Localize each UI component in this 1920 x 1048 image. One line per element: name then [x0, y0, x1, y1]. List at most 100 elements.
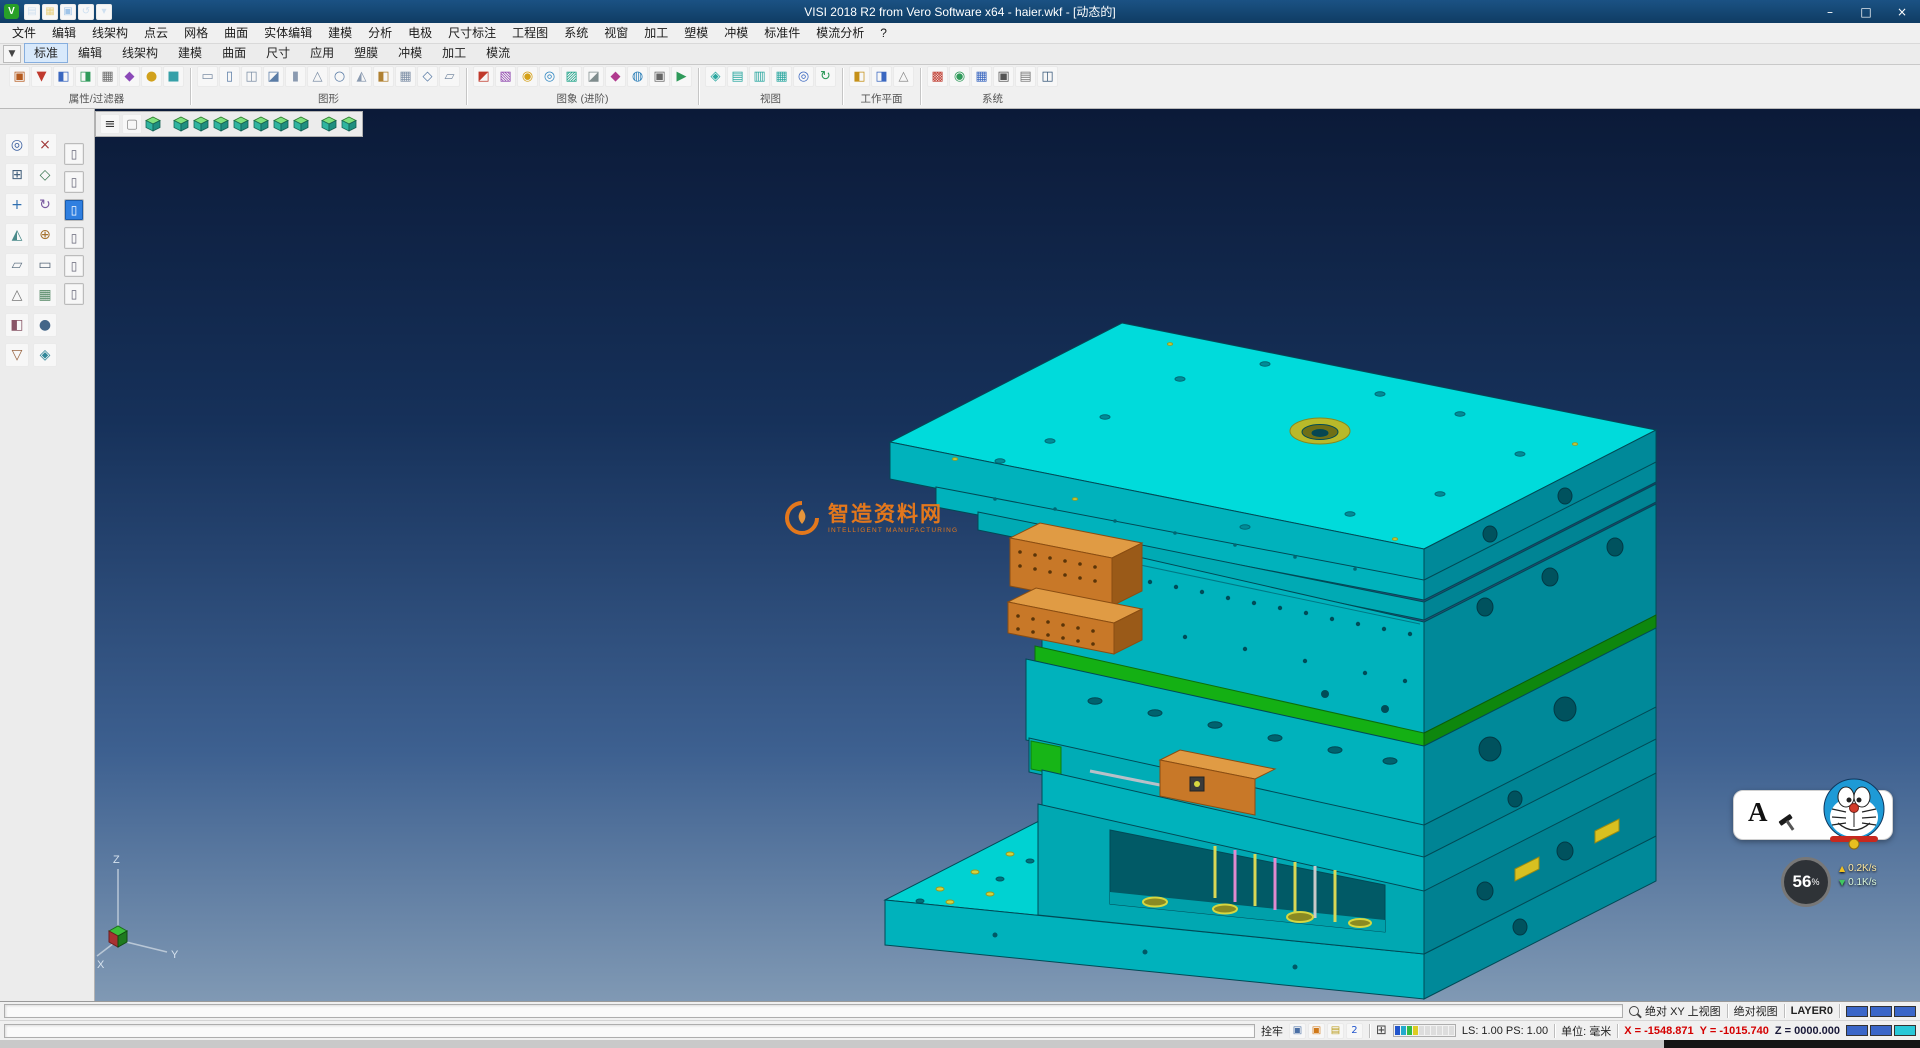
- shading-icon[interactable]: ▯: [219, 66, 240, 87]
- close-button[interactable]: ×: [1884, 0, 1920, 23]
- background-icon[interactable]: ▨: [561, 66, 582, 87]
- workplane-xy-icon[interactable]: ◧: [849, 66, 870, 87]
- color-swatch[interactable]: [1870, 1025, 1892, 1036]
- tab-item[interactable]: 塑膜: [344, 43, 388, 63]
- clip-custom-icon[interactable]: ▯: [64, 227, 84, 249]
- menu-item[interactable]: 点云: [136, 23, 176, 43]
- rect-tool-icon[interactable]: ▭: [33, 253, 57, 277]
- view-cube-icon[interactable]: [212, 116, 230, 132]
- mesh-tool-icon[interactable]: ▦: [33, 283, 57, 307]
- texture-icon[interactable]: ▧: [495, 66, 516, 87]
- down-tri-icon[interactable]: ▽: [5, 343, 29, 367]
- color-swatch[interactable]: [1870, 1006, 1892, 1017]
- view-cube-icon[interactable]: [192, 116, 210, 132]
- layers-icon[interactable]: ◫: [1037, 66, 1058, 87]
- menu-item[interactable]: 曲面: [216, 23, 256, 43]
- view-cube-icon[interactable]: [272, 116, 290, 132]
- render-icon[interactable]: ◩: [473, 66, 494, 87]
- half-shade-icon[interactable]: ◧: [5, 313, 29, 337]
- assistant-widget[interactable]: A: [1733, 790, 1893, 840]
- grid-snap-icon[interactable]: ⊞: [5, 163, 29, 187]
- status-help-icon[interactable]: 2: [1346, 1023, 1363, 1039]
- status-search-icon[interactable]: [1629, 1006, 1639, 1016]
- view-cube-icon[interactable]: [144, 116, 162, 132]
- tab-item[interactable]: 模流: [476, 43, 520, 63]
- tab-item[interactable]: 曲面: [212, 43, 256, 63]
- menu-item[interactable]: 模流分析: [808, 23, 872, 43]
- view-cube-icon[interactable]: [340, 116, 358, 132]
- open-file-icon[interactable]: ▦: [42, 4, 58, 20]
- layer-filter-icon[interactable]: ◧: [53, 66, 74, 87]
- menu-item[interactable]: 视窗: [596, 23, 636, 43]
- camera-icon[interactable]: ◎: [539, 66, 560, 87]
- units-label[interactable]: 单位: 毫米: [1561, 1023, 1611, 1039]
- 3d-viewport[interactable]: 智造资料网 INTELLIGENT MANUFACTURING: [95, 109, 1920, 1001]
- save-file-icon[interactable]: ▣: [60, 4, 76, 20]
- cone-icon[interactable]: △: [307, 66, 328, 87]
- zoom-fit-icon[interactable]: ◎: [793, 66, 814, 87]
- database-icon[interactable]: ▤: [1015, 66, 1036, 87]
- sphere-icon[interactable]: ○: [329, 66, 350, 87]
- menu-item[interactable]: 文件: [4, 23, 44, 43]
- menu-item[interactable]: 电极: [400, 23, 440, 43]
- undo-icon[interactable]: ↺: [78, 4, 94, 20]
- minimize-button[interactable]: –: [1812, 0, 1848, 23]
- grid-toggle-icon[interactable]: ⊞: [1376, 1023, 1387, 1038]
- color-palette-icon[interactable]: ▩: [927, 66, 948, 87]
- tab-item[interactable]: 建模: [168, 43, 212, 63]
- menu-item[interactable]: 实体编辑: [256, 23, 320, 43]
- attributes-icon[interactable]: ▣: [9, 66, 30, 87]
- diamond-select-icon[interactable]: ◇: [33, 163, 57, 187]
- tab-item[interactable]: 尺寸: [256, 43, 300, 63]
- environment-icon[interactable]: ◍: [627, 66, 648, 87]
- progress-percent-badge[interactable]: 56%: [1781, 857, 1831, 907]
- menu-item[interactable]: 分析: [360, 23, 400, 43]
- snapshot-icon[interactable]: ▣: [649, 66, 670, 87]
- maximize-button[interactable]: □: [1848, 0, 1884, 23]
- view-top-icon[interactable]: ▤: [727, 66, 748, 87]
- clip-off-icon[interactable]: ▯: [64, 255, 84, 277]
- menu-item[interactable]: 冲模: [716, 23, 756, 43]
- prism-icon[interactable]: ◭: [351, 66, 372, 87]
- animation-icon[interactable]: ▶: [671, 66, 692, 87]
- view-cube-icon[interactable]: [320, 116, 338, 132]
- curve-icon[interactable]: ◇: [417, 66, 438, 87]
- view-cube-icon[interactable]: [252, 116, 270, 132]
- settings-grid-icon[interactable]: ▦: [971, 66, 992, 87]
- triangle-tool-icon[interactable]: △: [5, 283, 29, 307]
- quick-access-dropdown-icon[interactable]: ▾: [96, 4, 112, 20]
- active-layer-label[interactable]: LAYER0: [1791, 1005, 1833, 1017]
- surface-icon[interactable]: ▱: [439, 66, 460, 87]
- merge-icon[interactable]: ⊕: [33, 223, 57, 247]
- zoom-icon[interactable]: ◎: [5, 133, 29, 157]
- workplane-custom-icon[interactable]: ◨: [871, 66, 892, 87]
- new-file-icon[interactable]: ▤: [24, 4, 40, 20]
- menu-item[interactable]: 系统: [556, 23, 596, 43]
- menu-item[interactable]: 塑模: [676, 23, 716, 43]
- mesh-icon[interactable]: ▦: [395, 66, 416, 87]
- menu-item[interactable]: 工程图: [504, 23, 556, 43]
- color-swatch[interactable]: [1846, 1025, 1868, 1036]
- color-swatch[interactable]: [1894, 1025, 1916, 1036]
- section-icon[interactable]: ◧: [373, 66, 394, 87]
- menu-item[interactable]: 尺寸标注: [440, 23, 504, 43]
- clip-flip-icon[interactable]: ▯: [64, 283, 84, 305]
- menu-item[interactable]: 编辑: [44, 23, 84, 43]
- menu-item[interactable]: ?: [872, 23, 895, 43]
- clip-x-icon[interactable]: ▯: [64, 143, 84, 165]
- menu-item[interactable]: 线架构: [84, 23, 136, 43]
- cylinder-icon[interactable]: ▮: [285, 66, 306, 87]
- globe-icon[interactable]: ◉: [949, 66, 970, 87]
- gem-tool-icon[interactable]: ◈: [33, 343, 57, 367]
- tab-item[interactable]: 编辑: [68, 43, 112, 63]
- tab-item[interactable]: 冲模: [388, 43, 432, 63]
- menu-item[interactable]: 标准件: [756, 23, 808, 43]
- viewport-menu-icon[interactable]: ≡: [100, 114, 120, 134]
- material-icon[interactable]: ◆: [605, 66, 626, 87]
- menu-item[interactable]: 网格: [176, 23, 216, 43]
- tab-dropdown-icon[interactable]: ▼: [3, 45, 21, 63]
- point-tool-icon[interactable]: ●: [33, 313, 57, 337]
- clip-z-icon[interactable]: ▯: [64, 199, 84, 221]
- reset-filter-icon[interactable]: ■: [163, 66, 184, 87]
- rotate-entity-icon[interactable]: ↻: [33, 193, 57, 217]
